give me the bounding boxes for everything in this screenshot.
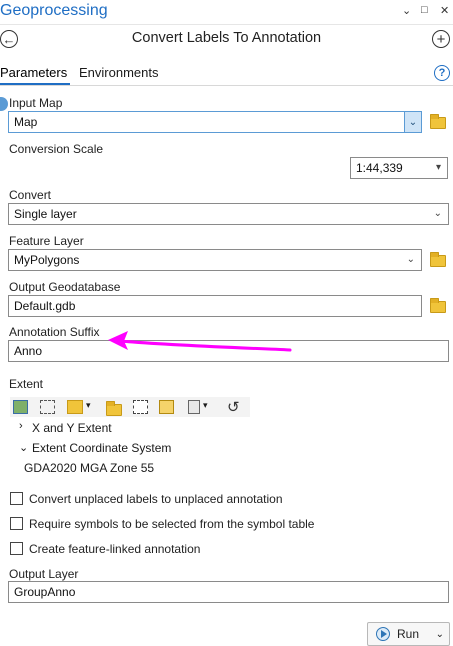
output-geodatabase-label: Output Geodatabase [9,280,121,294]
map-extent-icon[interactable] [13,400,28,414]
reset-extent-icon[interactable]: ↺ [227,398,240,416]
layer-extent-icon[interactable] [67,400,83,414]
tab-parameters[interactable]: Parameters [0,65,67,80]
convert-unplaced-checkbox[interactable] [10,492,23,505]
chevron-down-icon[interactable]: ⌄ [19,441,28,454]
input-map-select[interactable]: Map ⌄ [8,111,422,133]
chevron-down-icon[interactable]: ▾ [86,400,91,411]
chevron-down-icon[interactable]: ▾ [203,400,208,411]
play-icon [376,627,390,641]
intersection-extent-icon[interactable] [159,400,174,414]
tab-environments[interactable]: Environments [79,65,158,80]
pane-menu-button[interactable]: ⌄ [402,4,411,17]
header-divider [0,24,453,25]
input-map-label: Input Map [9,96,63,110]
chevron-right-icon[interactable]: › [19,420,23,432]
convert-select[interactable]: Single layer ⌄ [8,203,449,225]
output-geodatabase-value: Default.gdb [14,299,76,313]
conversion-scale-label: Conversion Scale [9,142,104,156]
chevron-down-icon: ⌄ [406,254,415,265]
run-button[interactable]: Run ⌄ [367,622,450,646]
paste-extent-icon[interactable] [188,400,200,414]
help-icon[interactable]: ? [434,65,450,81]
tab-divider [0,85,453,86]
convert-unplaced-label: Convert unplaced labels to unplaced anno… [29,492,283,506]
extent-label: Extent [9,377,44,391]
output-layer-value: GroupAnno [14,585,76,599]
run-label: Run [397,627,420,641]
feature-layer-select[interactable]: MyPolygons ⌄ [8,249,422,271]
folder-icon [430,114,446,129]
selection-extent-icon[interactable] [133,400,148,414]
browse-output-geodatabase[interactable] [430,298,446,313]
pane-close-button[interactable]: ✕ [440,4,449,17]
input-map-value: Map [14,115,38,129]
add-icon[interactable]: + [432,30,450,48]
chevron-down-icon: ⌄ [433,208,442,219]
tool-title: Convert Labels To Annotation [131,30,322,46]
browse-extent[interactable] [106,401,122,416]
highlight-arrow-icon [108,331,292,352]
folder-icon [430,252,446,267]
folder-icon [106,401,122,416]
dropdown-caret-icon: ▾ [435,162,441,173]
output-geodatabase-input[interactable]: Default.gdb [8,295,422,317]
feature-linked-label: Create feature-linked annotation [29,542,201,556]
coordinate-system-value: GDA2020 MGA Zone 55 [24,461,155,475]
conversion-scale-value: 1:44,339 [356,161,403,175]
folder-icon [430,298,446,313]
convert-value: Single layer [14,207,77,221]
pane-title: Geoprocessing [0,2,108,19]
draw-extent-icon[interactable] [40,400,55,414]
chevron-down-icon[interactable]: ⌄ [436,629,444,640]
browse-input-map[interactable] [430,114,446,129]
require-symbols-checkbox[interactable] [10,517,23,530]
feature-layer-value: MyPolygons [14,253,80,267]
pane-maximize-button[interactable]: □ [421,4,428,16]
extent-coordinate-system-toggle[interactable]: Extent Coordinate System [32,441,171,455]
feature-layer-label: Feature Layer [9,234,84,248]
browse-feature-layer[interactable] [430,252,446,267]
output-layer-label: Output Layer [9,567,79,581]
feature-linked-checkbox[interactable] [10,542,23,555]
require-symbols-label: Require symbols to be selected from the … [29,517,315,531]
output-layer-input[interactable]: GroupAnno [8,581,449,603]
chevron-down-icon[interactable]: ⌄ [404,112,421,132]
annotation-suffix-label: Annotation Suffix [9,325,100,339]
parameter-info-icon [0,97,8,111]
conversion-scale-select[interactable]: 1:44,339 ▾ [350,157,448,179]
annotation-suffix-value: Anno [14,344,43,358]
xy-extent-toggle[interactable]: X and Y Extent [32,421,112,435]
convert-label: Convert [9,188,52,202]
